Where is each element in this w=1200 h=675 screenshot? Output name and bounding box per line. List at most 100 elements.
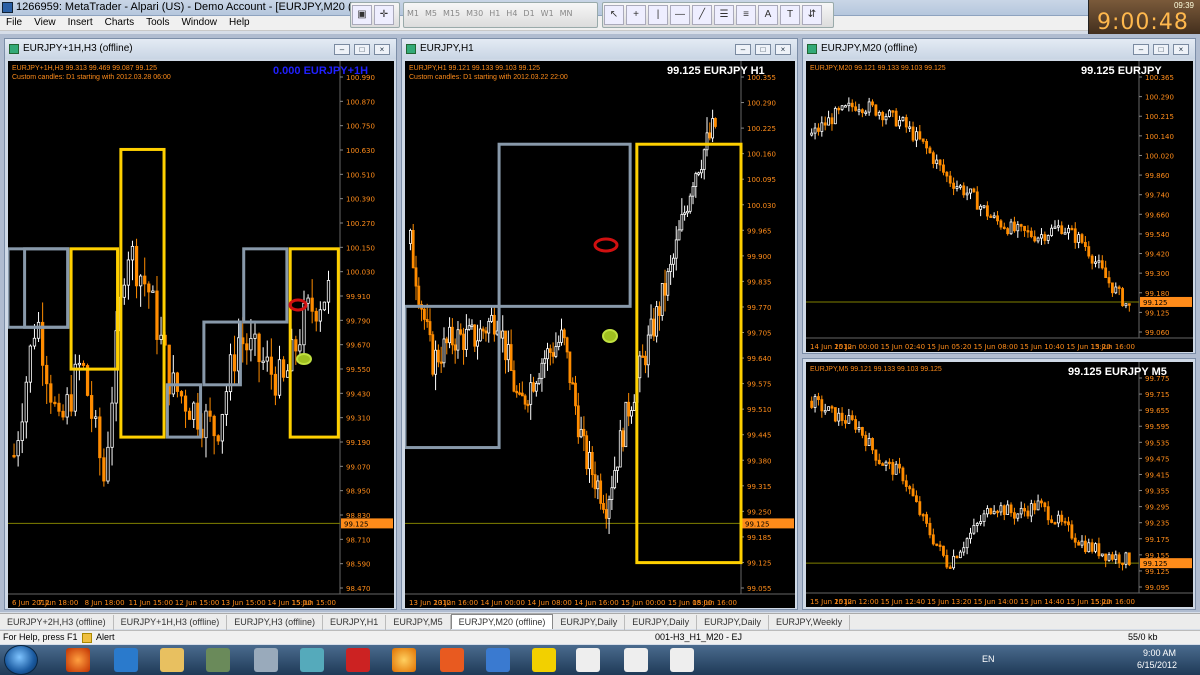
horizontal-line-icon[interactable]: — [670,5,690,25]
zoom-icon[interactable]: ▣ [352,5,372,25]
candle-body [134,245,139,287]
close-button[interactable]: × [1173,44,1189,55]
time-label: 15 Jun 05:20 [927,343,971,351]
fibonacci-icon[interactable]: ≡ [736,5,756,25]
close-button[interactable]: × [775,44,791,55]
firefox-icon[interactable] [66,648,90,672]
start-button[interactable] [4,645,38,675]
candle-body [245,343,249,351]
tab-chart[interactable]: EURJPY,H1 [323,615,387,630]
candle-body [257,333,261,363]
status-alert[interactable]: Alert [96,632,115,642]
menu-charts[interactable]: Charts [99,16,140,29]
crosshair-tool-icon[interactable]: + [626,5,646,25]
cursor-icon[interactable]: ↖ [604,5,624,25]
app-icon[interactable] [206,648,230,672]
candle-body [867,438,871,446]
chart-window-4[interactable]: 99.775 99.715 99.655 99.595 99.535 99.475 99.4… [802,358,1196,610]
toolbar-timeframes: M1 M5 M15 M30 H1 H4 D1 W1 MN [403,2,598,28]
alpari-icon[interactable] [670,648,694,672]
price-label: 100.215 [1145,113,1174,121]
candle-body [1016,513,1020,519]
tab-chart[interactable]: EURJPY+2H,H3 (offline) [0,615,114,630]
menu-view[interactable]: View [28,16,62,29]
candle-body [969,188,972,194]
candle-body [613,470,617,489]
tab-chart-active[interactable]: EURJPY,M20 (offline) [450,614,554,629]
time-label: 15 Jun 00:00 [621,599,665,607]
menu-help[interactable]: Help [223,16,256,29]
price-label: 99.190 [346,439,371,447]
chart-window-caption[interactable]: EURJPY,M20 (offline) – □ × [803,39,1195,59]
app-icon[interactable] [114,648,138,672]
tab-chart[interactable]: EURJPY,M5 [386,615,451,630]
minimize-button[interactable]: – [334,44,350,55]
chart-window-2[interactable]: EURJPY,H1 – □ × 100.355 100.290 100.225 100.1… [401,38,798,610]
media-player-icon[interactable] [440,648,464,672]
menu-file[interactable]: File [0,16,28,29]
calculator-icon[interactable] [254,648,278,672]
text-icon[interactable]: A [758,5,778,25]
chart-canvas[interactable]: 100.990 100.870 100.750 100.630 100.510 100.3… [8,61,394,608]
tab-chart[interactable]: EURJPY,Weekly [769,615,851,630]
app-icon[interactable] [300,648,324,672]
candle-body [708,132,712,139]
menu-tools[interactable]: Tools [140,16,175,29]
channel-icon[interactable]: ☰ [714,5,734,25]
tf-m15[interactable]: M15 [440,9,463,18]
trendline-icon[interactable]: ╱ [692,5,712,25]
tf-m1[interactable]: M1 [404,9,422,18]
chart-canvas[interactable]: 100.355 100.290 100.225 100.160 100.095 100.0… [405,61,795,608]
tray-time[interactable]: 9:00 AM [1143,648,1176,658]
chart-canvas[interactable]: 99.775 99.715 99.655 99.595 99.535 99.475 99.4… [806,362,1193,607]
tf-m5[interactable]: M5 [422,9,440,18]
chart-window-1[interactable]: EURJPY+1H,H3 (offline) – □ × 100.990 100.87… [4,38,397,610]
candle-body [688,195,692,212]
maximize-button[interactable]: □ [354,44,370,55]
chart-canvas[interactable]: 100.365 100.290 100.215 100.140 100.020 99.86… [806,61,1193,352]
tf-w1[interactable]: W1 [538,9,557,18]
tf-d1[interactable]: D1 [520,9,537,18]
candle-body [126,259,131,286]
minimize-button[interactable]: – [735,44,751,55]
chart-window-3[interactable]: EURJPY,M20 (offline) – □ × 100.365 100.290 1… [802,38,1196,354]
alpari-icon[interactable] [576,648,600,672]
tray-language[interactable]: EN [982,654,995,664]
tf-h4[interactable]: H4 [503,9,520,18]
label-icon[interactable]: T [780,5,800,25]
price-label: 99.235 [1145,520,1170,528]
app-icon[interactable] [486,648,510,672]
tab-chart[interactable]: EURJPY,Daily [625,615,698,630]
alpari-icon[interactable] [624,648,648,672]
menu-window[interactable]: Window [175,16,223,29]
candle-body [61,410,65,418]
tab-chart[interactable]: EURJPY,Daily [553,615,626,630]
explorer-icon[interactable] [160,648,184,672]
candle-body [901,117,905,121]
tf-m30[interactable]: M30 [463,9,486,18]
maximize-button[interactable]: □ [1153,44,1169,55]
tab-chart[interactable]: EURJPY,Daily [697,615,769,630]
app-icon[interactable] [392,648,416,672]
candle-body [1094,261,1097,264]
tray-date[interactable]: 6/15/2012 [1137,660,1177,670]
tf-mn[interactable]: MN [557,9,576,18]
chart-window-caption[interactable]: EURJPY,H1 – □ × [402,39,797,59]
app-icon[interactable] [532,648,556,672]
vertical-line-icon[interactable]: | [648,5,668,25]
arrows-icon[interactable]: ⇵ [802,5,822,25]
chart-window-caption[interactable]: EURJPY+1H,H3 (offline) – □ × [5,39,396,59]
crosshair-icon[interactable]: ✛ [374,5,394,25]
candle-body [548,348,552,353]
maximize-button[interactable]: □ [755,44,771,55]
tab-chart[interactable]: EURJPY+1H,H3 (offline) [114,615,228,630]
minimize-button[interactable]: – [1133,44,1149,55]
menu-insert[interactable]: Insert [62,16,99,29]
price-label: 99.705 [747,330,772,338]
app-icon[interactable] [346,648,370,672]
candle-body [989,508,993,515]
tab-chart[interactable]: EURJPY,H3 (offline) [227,615,323,630]
candle-body [918,131,922,140]
tf-h1[interactable]: H1 [486,9,503,18]
close-button[interactable]: × [374,44,390,55]
